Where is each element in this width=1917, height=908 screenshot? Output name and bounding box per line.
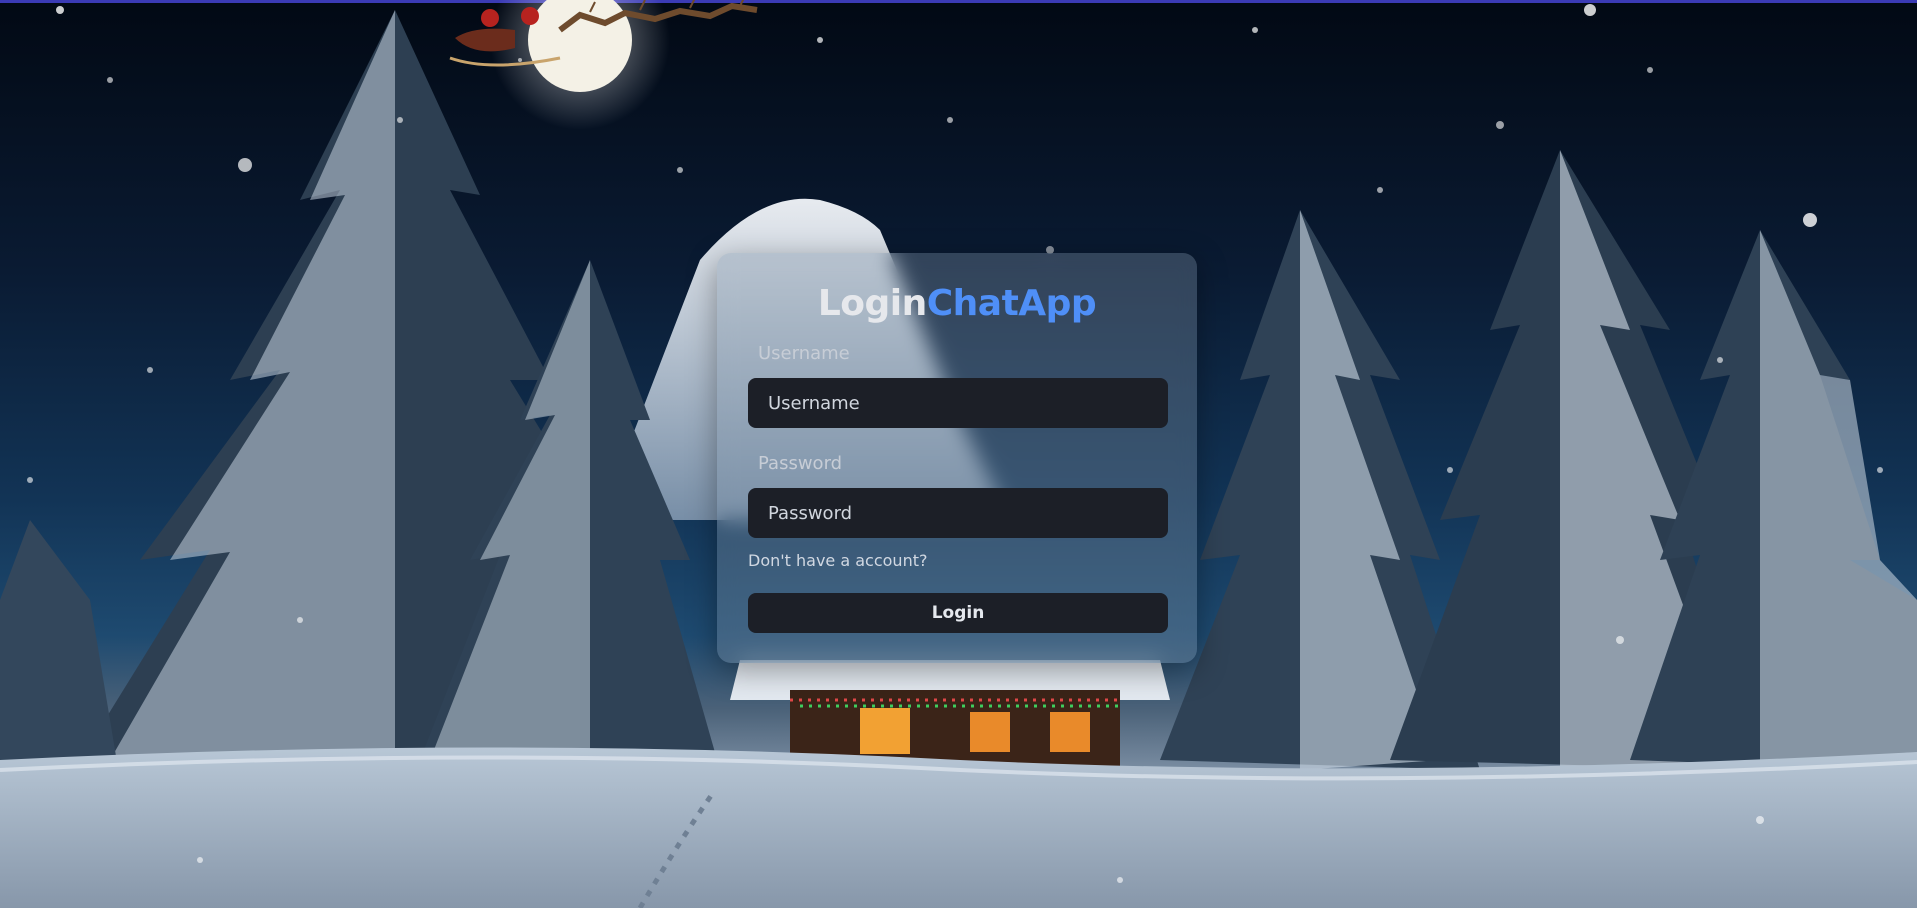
login-button[interactable]: Login: [748, 593, 1168, 633]
login-page: LoginChatApp Username Password Don't hav…: [0, 0, 1917, 908]
username-label: Username: [758, 343, 850, 364]
username-input[interactable]: [748, 378, 1168, 428]
password-label: Password: [758, 453, 843, 474]
page-title: LoginChatApp: [717, 283, 1197, 324]
signup-link[interactable]: Don't have a account?: [748, 551, 927, 570]
login-card: LoginChatApp Username Password Don't hav…: [717, 253, 1197, 663]
right-trees: [1160, 150, 1917, 770]
password-input[interactable]: [748, 488, 1168, 538]
title-chatapp: ChatApp: [926, 283, 1097, 324]
title-login: Login: [817, 283, 927, 324]
left-trees: [0, 10, 720, 780]
